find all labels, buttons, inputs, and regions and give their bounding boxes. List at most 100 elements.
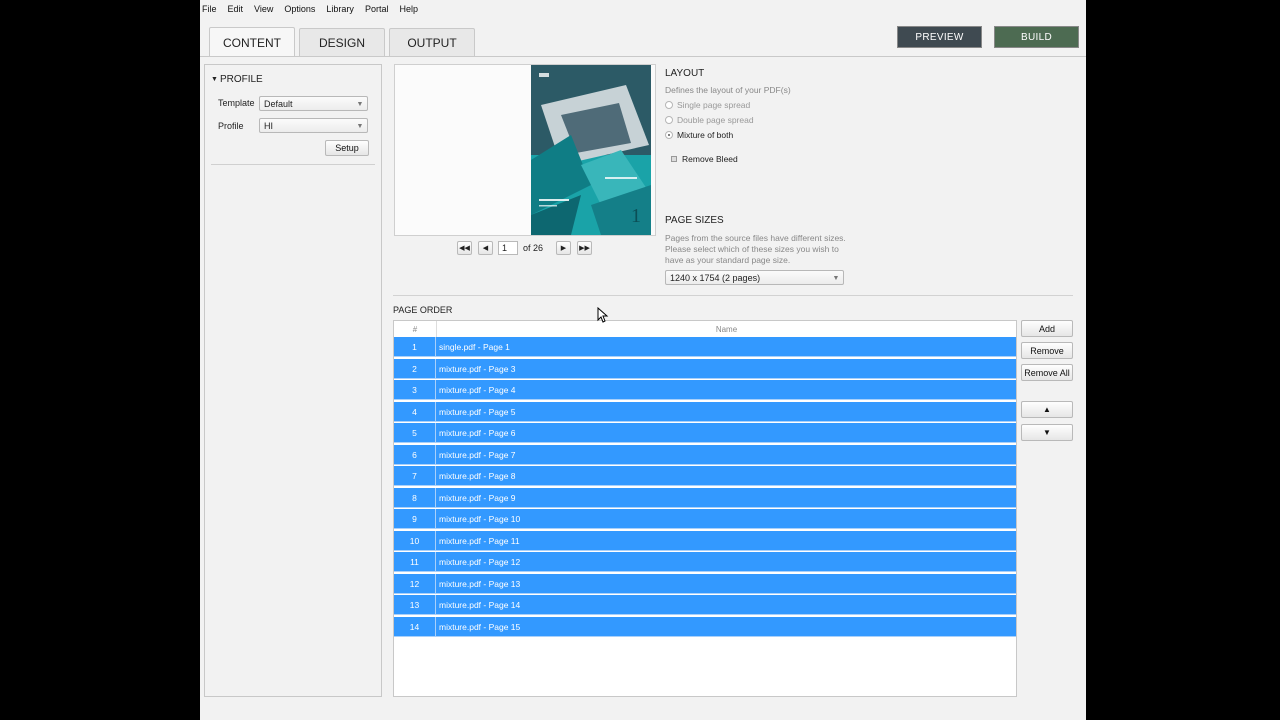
table-row[interactable]: 14 mixture.pdf - Page 15: [394, 616, 1016, 637]
page-count-text: of 26: [523, 243, 544, 253]
tab-output[interactable]: OUTPUT: [389, 28, 475, 56]
template-label: Template: [218, 98, 255, 108]
row-name-cell: mixture.pdf - Page 6: [439, 428, 516, 438]
remove-all-button[interactable]: Remove All: [1021, 364, 1073, 381]
row-name-cell: mixture.pdf - Page 11: [439, 535, 520, 546]
column-header-name[interactable]: Name: [437, 321, 1016, 337]
table-row[interactable]: 11 mixture.pdf - Page 12: [394, 552, 1016, 572]
table-row[interactable]: 4 mixture.pdf - Page 5: [394, 401, 1016, 422]
row-number-cell: 8: [394, 487, 436, 508]
row-number-cell: 5: [394, 423, 436, 443]
column-header-number[interactable]: #: [394, 321, 437, 337]
page-number-input[interactable]: 1: [498, 241, 518, 255]
row-name-cell: mixture.pdf - Page 7: [439, 449, 516, 460]
row-number-cell: 14: [394, 616, 436, 637]
profile-label: Profile: [218, 121, 244, 131]
page-size-select[interactable]: 1240 x 1754 (2 pages) ▼: [665, 270, 844, 285]
menu-file[interactable]: File: [202, 4, 217, 14]
row-name-cell: mixture.pdf - Page 12: [439, 557, 521, 567]
page-sizes-description-line-3: have as your standard page size.: [665, 255, 791, 265]
table-header: # Name: [394, 321, 1016, 338]
row-name-cell: mixture.pdf - Page 8: [439, 471, 516, 481]
menu-bar: File Edit View Options Library Portal He…: [200, 0, 1086, 17]
previous-page-button[interactable]: ◀: [478, 241, 493, 255]
table-row[interactable]: 9 mixture.pdf - Page 10: [394, 509, 1016, 529]
chevron-down-icon: ▼: [356, 100, 364, 108]
menu-help[interactable]: Help: [399, 4, 418, 14]
table-row[interactable]: 7 mixture.pdf - Page 8: [394, 466, 1016, 486]
radio-circle: [665, 101, 673, 109]
radio-single-page-spread[interactable]: Single page spread: [665, 100, 750, 110]
row-number-cell: 4: [394, 401, 436, 422]
tab-divider: [200, 56, 1086, 57]
row-name-cell: mixture.pdf - Page 13: [439, 578, 521, 589]
row-number-cell: 11: [394, 552, 436, 572]
move-up-button[interactable]: ▲: [1021, 401, 1073, 418]
profile-header[interactable]: ▼ PROFILE: [211, 74, 263, 85]
chevron-down-icon: ▼: [356, 122, 364, 130]
table-row[interactable]: 1 single.pdf - Page 1: [394, 337, 1016, 357]
profile-title: PROFILE: [219, 74, 263, 85]
row-number-cell: 1: [394, 337, 436, 357]
previous-page-icon: ◀: [482, 245, 489, 252]
menu-options[interactable]: Options: [284, 4, 315, 14]
remove-bleed-checkbox[interactable]: Remove Bleed: [671, 154, 738, 164]
table-row[interactable]: 5 mixture.pdf - Page 6: [394, 423, 1016, 443]
menu-view[interactable]: View: [254, 4, 273, 14]
page-order-table: # Name 1 single.pdf - Page 1 2 mixture.pdf …: [393, 320, 1017, 697]
table-row[interactable]: 3 mixture.pdf - Page 4: [394, 380, 1016, 400]
section-separator: [393, 295, 1073, 296]
row-number-cell: 12: [394, 573, 436, 594]
next-page-icon: ▶: [560, 245, 567, 252]
chevron-down-icon: ▼: [832, 274, 840, 282]
collapse-triangle-icon: ▼: [211, 76, 218, 83]
row-number-cell: 3: [394, 380, 436, 400]
template-select[interactable]: Default ▼: [259, 96, 368, 111]
menu-portal[interactable]: Portal: [365, 4, 389, 14]
first-page-button[interactable]: ◀◀: [457, 241, 472, 255]
last-page-icon: ▶▶: [579, 245, 590, 252]
move-up-icon: ▲: [1043, 405, 1051, 414]
build-button[interactable]: BUILD: [994, 26, 1079, 48]
row-name-cell: mixture.pdf - Page 10: [439, 514, 521, 524]
checkbox-label: Remove Bleed: [682, 154, 738, 164]
tab-design[interactable]: DESIGN: [299, 28, 385, 56]
remove-button[interactable]: Remove: [1021, 342, 1073, 359]
profile-panel: ▼ PROFILE Template Default ▼ Profile HI …: [204, 64, 382, 697]
table-row[interactable]: 12 mixture.pdf - Page 13: [394, 573, 1016, 594]
profile-separator: [211, 164, 375, 165]
add-button[interactable]: Add: [1021, 320, 1073, 337]
move-down-button[interactable]: ▼: [1021, 424, 1073, 441]
radio-mixture-of-both[interactable]: Mixture of both: [665, 130, 733, 140]
row-number-cell: 6: [394, 444, 436, 465]
page-sizes-description-line-2: Please select which of these sizes you w…: [665, 244, 839, 254]
table-row[interactable]: 13 mixture.pdf - Page 14: [394, 595, 1016, 615]
next-page-button[interactable]: ▶: [556, 241, 571, 255]
page-size-value: 1240 x 1754 (2 pages): [670, 272, 761, 283]
radio-circle: [665, 116, 673, 124]
table-row[interactable]: 8 mixture.pdf - Page 9: [394, 487, 1016, 508]
page-order-title: PAGE ORDER: [393, 305, 453, 315]
table-row[interactable]: 2 mixture.pdf - Page 3: [394, 358, 1016, 379]
preview-button[interactable]: PREVIEW: [897, 26, 982, 48]
cover-page-number: 1: [631, 205, 641, 227]
move-down-icon: ▼: [1043, 428, 1051, 437]
row-name-cell: single.pdf - Page 1: [439, 342, 510, 352]
row-name-cell: mixture.pdf - Page 3: [439, 363, 516, 374]
row-number-cell: 13: [394, 595, 436, 615]
radio-label: Single page spread: [677, 100, 751, 110]
menu-edit[interactable]: Edit: [228, 4, 244, 14]
table-row[interactable]: 10 mixture.pdf - Page 11: [394, 530, 1016, 551]
radio-double-page-spread[interactable]: Double page spread: [665, 115, 754, 125]
table-row[interactable]: 6 mixture.pdf - Page 7: [394, 444, 1016, 465]
last-page-button[interactable]: ▶▶: [577, 241, 592, 255]
layout-description: Defines the layout of your PDF(s): [665, 85, 791, 95]
setup-button[interactable]: Setup: [325, 140, 369, 156]
tab-content[interactable]: CONTENT: [209, 27, 295, 57]
row-number-cell: 10: [394, 530, 436, 551]
template-value: Default: [264, 98, 293, 109]
profile-select[interactable]: HI ▼: [259, 118, 368, 133]
application-window: File Edit View Options Library Portal He…: [200, 0, 1086, 720]
menu-library[interactable]: Library: [326, 4, 354, 14]
layout-title: LAYOUT: [665, 68, 705, 79]
